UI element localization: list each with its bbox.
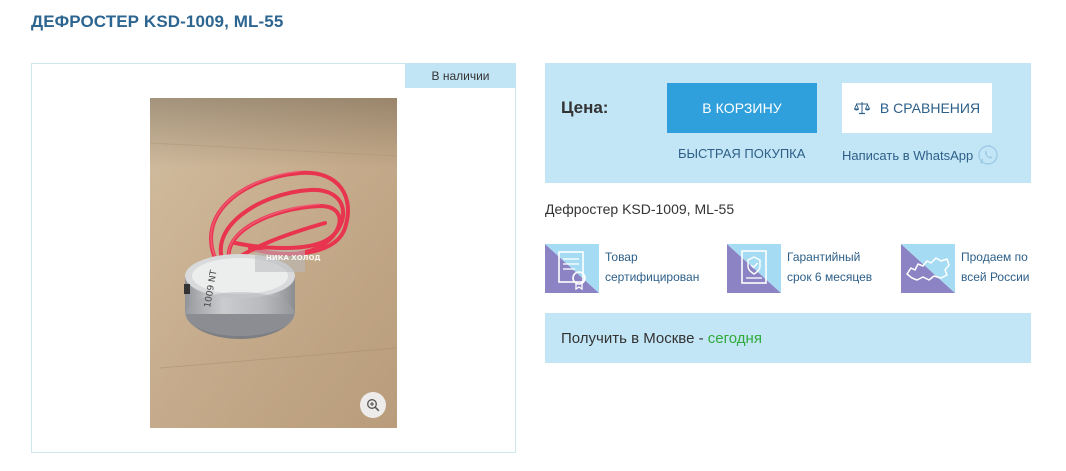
compare-button-label: В СРАВНЕНИЯ <box>879 100 981 116</box>
warranty-icon <box>727 244 781 293</box>
feature-russia-line1: Продаем по <box>961 250 1028 264</box>
whatsapp-icon <box>978 145 998 165</box>
product-description: Дефростер KSD-1009, ML-55 <box>545 201 735 217</box>
feature-certified: Товар сертифицирован <box>545 244 699 293</box>
whatsapp-link-label: Написать в WhatsApp <box>842 147 974 163</box>
delivery-info: Получить в Москве - сегодня <box>545 313 1031 363</box>
stock-badge: В наличии <box>405 63 516 88</box>
certificate-icon <box>545 244 599 293</box>
russia-map-icon <box>901 244 955 293</box>
product-photo-image: 1009 NT НИКА ХОЛОД <box>150 98 397 428</box>
delivery-today: сегодня <box>707 329 762 347</box>
price-label: Цена: <box>561 98 609 117</box>
feature-certified-line1: Товар <box>605 250 638 264</box>
delivery-prefix: Получить в Москве - <box>561 329 708 347</box>
feature-certified-line2: сертифицирован <box>605 270 700 284</box>
whatsapp-link[interactable]: Написать в WhatsApp <box>842 144 999 166</box>
product-photo[interactable]: 1009 NT НИКА ХОЛОД <box>150 98 397 428</box>
feature-russia-delivery: Продаем по всей России <box>901 244 1030 293</box>
feature-warranty: Гарантийный срок 6 месяцев <box>727 244 872 293</box>
add-to-compare-button[interactable]: В СРАВНЕНИЯ <box>842 83 992 133</box>
product-gallery: В наличии 1009 NT НИКА ХОЛОД <box>31 63 516 453</box>
page-title: ДЕФРОСТЕР KSD-1009, ML-55 <box>31 12 284 31</box>
feature-warranty-line2: срок 6 месяцев <box>787 270 873 284</box>
zoom-button[interactable] <box>360 392 386 418</box>
feature-warranty-line1: Гарантийный <box>787 250 861 264</box>
feature-russia-line2: всей России <box>961 270 1030 284</box>
zoom-in-icon <box>367 399 380 412</box>
scales-icon <box>853 102 870 115</box>
photo-watermark: НИКА ХОЛОД <box>266 254 321 262</box>
add-to-cart-button[interactable]: В КОРЗИНУ <box>667 83 817 133</box>
purchase-panel: Цена: В КОРЗИНУ В СРАВНЕНИЯ БЫСТРАЯ ПОКУ… <box>545 63 1031 183</box>
quick-buy-link[interactable]: БЫСТРАЯ ПОКУПКА <box>678 146 805 161</box>
